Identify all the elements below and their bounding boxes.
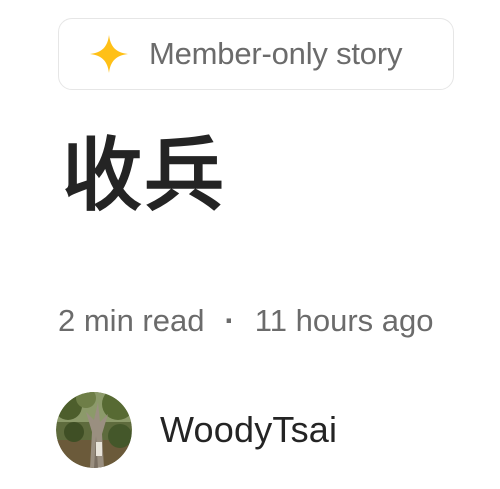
story-title: 收兵 (62, 129, 226, 222)
member-only-label: Member-only story (149, 36, 403, 71)
member-only-badge[interactable]: Member-only story (58, 18, 454, 90)
author-row[interactable]: WoodyTsai (56, 392, 337, 468)
posted-time: 11 hours ago (254, 303, 434, 338)
story-meta: 2 min read · 11 hours ago (58, 303, 433, 339)
read-time: 2 min read (58, 303, 205, 338)
author-avatar[interactable] (56, 392, 132, 468)
sparkle-star-icon (89, 34, 129, 74)
meta-separator: · (224, 303, 235, 338)
author-name[interactable]: WoodyTsai (160, 409, 337, 451)
